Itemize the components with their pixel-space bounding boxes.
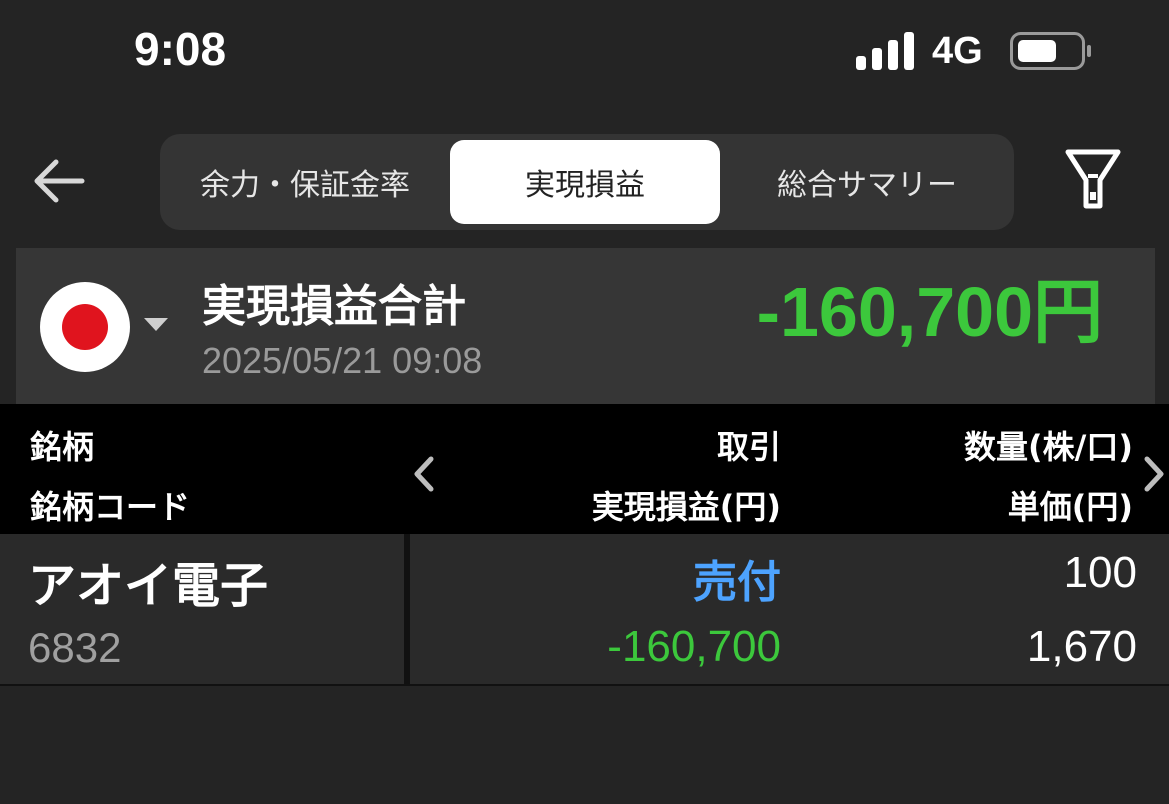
trade-type: 売付 [693, 557, 781, 608]
header-quantity: 数量(株/口) [964, 428, 1133, 466]
status-time: 9:08 [134, 23, 227, 75]
stock-code: 6832 [28, 624, 122, 671]
stock-name: アオイ電子 [28, 558, 269, 614]
header-trade: 取引 [716, 428, 781, 466]
table-row-details[interactable]: 売付 -160,700 100 1,670 [410, 534, 1169, 686]
tab-realized-pnl[interactable]: 実現損益 [450, 140, 720, 224]
unit-price-value: 1,670 [1026, 622, 1137, 671]
summary-total: -160,700円 [756, 273, 1103, 351]
signal-bars-icon [856, 32, 914, 70]
table-header: 銘柄 銘柄コード 取引 実現損益(円) 数量(株/口) 単価(円) [0, 404, 1169, 534]
summary-datetime: 2025/05/21 09:08 [202, 340, 483, 381]
segmented-tabs: 余力・保証金率 実現損益 総合サマリー [160, 134, 1014, 230]
battery-icon [1010, 32, 1091, 70]
chevron-left-icon[interactable] [410, 454, 438, 494]
filter-icon[interactable] [1064, 148, 1122, 212]
table-row[interactable]: アオイ電子 6832 [0, 534, 404, 686]
caret-down-icon[interactable] [144, 318, 168, 331]
quantity-value: 100 [1063, 548, 1137, 597]
chevron-right-icon[interactable] [1140, 454, 1168, 494]
realized-pnl-summary: 実現損益合計 2025/05/21 09:08 -160,700円 [16, 248, 1155, 404]
summary-title: 実現損益合計 [202, 281, 466, 332]
header-stock: 銘柄 [30, 428, 95, 466]
header-realized-pnl: 実現損益(円) [591, 488, 781, 526]
realized-pnl-value: -160,700 [607, 622, 781, 671]
network-type: 4G [932, 30, 983, 72]
back-arrow-icon[interactable] [30, 152, 88, 210]
tab-margin-ratio[interactable]: 余力・保証金率 [160, 140, 450, 224]
tab-total-summary[interactable]: 総合サマリー [720, 140, 1014, 224]
header-unit-price: 単価(円) [1007, 488, 1133, 526]
japan-flag-icon[interactable] [40, 282, 130, 372]
header-stock-code: 銘柄コード [30, 488, 191, 526]
